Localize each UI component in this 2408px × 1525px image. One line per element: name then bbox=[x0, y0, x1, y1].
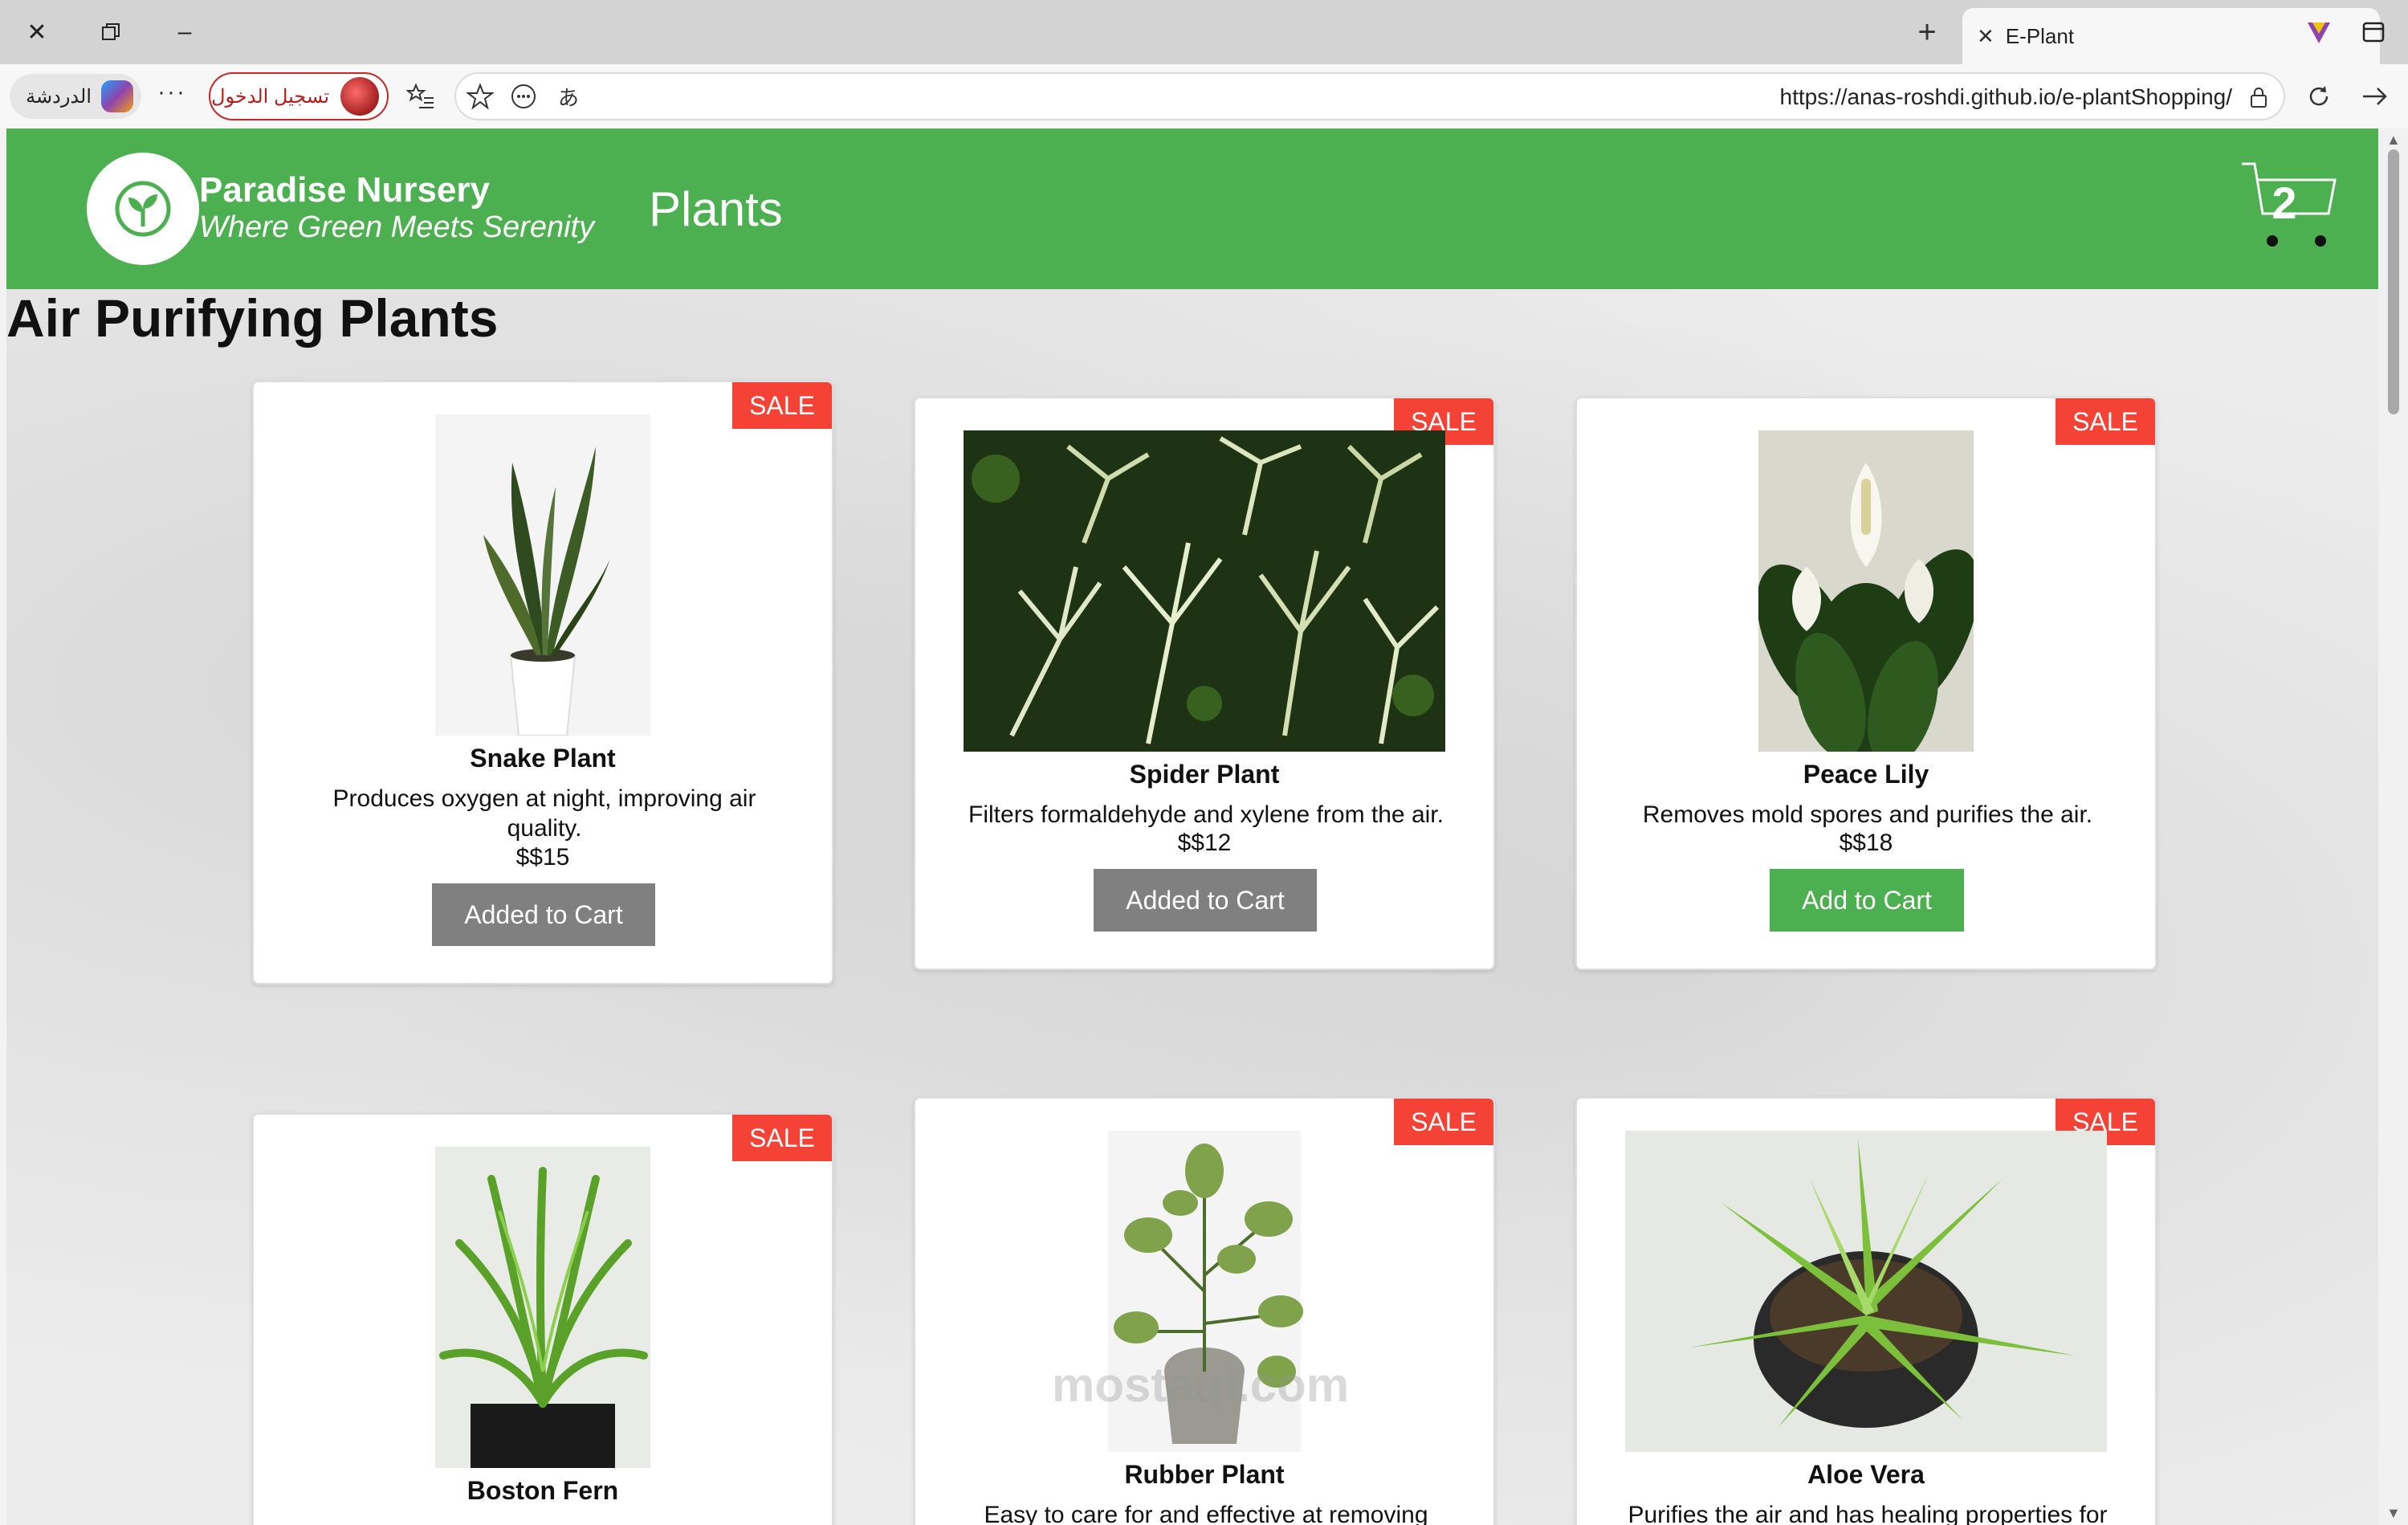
plant-description: Easy to care for and effective at removi… bbox=[984, 1502, 1428, 1525]
plant-image bbox=[1577, 430, 2155, 752]
plant-name: Spider Plant bbox=[1129, 760, 1280, 789]
added-to-cart-button[interactable]: Added to Cart bbox=[1094, 869, 1317, 932]
plant-card: SALE Peace Lily Removes mold spores and … bbox=[1575, 397, 2157, 970]
plant-name: Rubber Plant bbox=[1124, 1460, 1285, 1489]
minimize-window-icon[interactable]: – bbox=[161, 11, 209, 53]
plant-image bbox=[254, 414, 832, 736]
tab-close-icon[interactable]: ✕ bbox=[1977, 24, 1994, 49]
browser-tab-strip: ✕ – + ✕ E-Plant bbox=[0, 0, 2408, 64]
site-navbar: Paradise Nursery Where Green Meets Seren… bbox=[6, 128, 2378, 289]
plant-price: $$18 bbox=[1839, 830, 1893, 856]
copilot-chat-button[interactable]: الدردشة bbox=[10, 74, 141, 119]
added-to-cart-button[interactable]: Added to Cart bbox=[432, 883, 655, 946]
plants-nav-link[interactable]: Plants bbox=[649, 181, 783, 237]
nursery-logo-icon[interactable] bbox=[87, 153, 199, 265]
more-options-icon[interactable]: ··· bbox=[157, 79, 186, 106]
scroll-up-icon[interactable]: ▲ bbox=[2386, 132, 2401, 149]
address-bar[interactable]: あ https://anas-roshdi.github.io/e-plantS… bbox=[454, 72, 2285, 120]
copilot-icon bbox=[101, 80, 133, 112]
section-title: Air Purifying Plants bbox=[6, 288, 499, 348]
translate-icon[interactable]: あ bbox=[551, 79, 586, 114]
tab-actions-icon[interactable] bbox=[2356, 14, 2391, 50]
extension-icon[interactable] bbox=[2301, 14, 2337, 50]
plant-description: Produces oxygen at night, improving air … bbox=[332, 785, 756, 842]
browser-toolbar: الدردشة ··· تسجيل الدخول あ https://anas-… bbox=[0, 64, 2408, 128]
forward-icon[interactable] bbox=[2357, 79, 2393, 114]
plant-card: SALE Aloe Vera Purifies the air and has … bbox=[1575, 1097, 2157, 1525]
scroll-thumb[interactable] bbox=[2388, 149, 2399, 414]
signin-label: تسجيل الدخول bbox=[211, 85, 329, 108]
profile-avatar bbox=[340, 77, 379, 116]
plant-description: Purifies the air and has healing propert… bbox=[1628, 1502, 2108, 1525]
plant-card: SALE Snake Plant Produces oxygen at nigh… bbox=[252, 381, 833, 985]
signin-button[interactable]: تسجيل الدخول bbox=[209, 72, 389, 120]
brand-tagline: Where Green Meets Serenity bbox=[199, 210, 595, 244]
plant-image bbox=[915, 430, 1493, 752]
plant-name: Snake Plant bbox=[470, 744, 616, 773]
plant-name: Aloe Vera bbox=[1807, 1460, 1925, 1489]
cart-button[interactable]: 2 bbox=[2240, 161, 2345, 257]
page-scrollbar[interactable]: ▲ ▼ bbox=[2378, 128, 2408, 1525]
add-to-cart-button[interactable]: Add to Cart bbox=[1770, 869, 1964, 932]
plant-image bbox=[1577, 1131, 2155, 1452]
tab-title: E-Plant bbox=[2005, 23, 2075, 48]
reading-view-icon[interactable] bbox=[506, 79, 541, 114]
plant-image bbox=[254, 1147, 832, 1468]
plant-name: Boston Fern bbox=[467, 1476, 619, 1505]
refresh-icon[interactable] bbox=[2301, 79, 2337, 114]
plant-name: Peace Lily bbox=[1803, 760, 1929, 789]
favorites-list-icon[interactable] bbox=[403, 79, 438, 114]
plant-description: Filters formaldehyde and xylene from the… bbox=[968, 801, 1444, 828]
cart-count: 2 bbox=[2272, 177, 2297, 228]
web-page: Paradise Nursery Where Green Meets Seren… bbox=[6, 128, 2378, 1525]
brand-name[interactable]: Paradise Nursery bbox=[199, 170, 490, 210]
scroll-down-icon[interactable]: ▼ bbox=[2386, 1505, 2401, 1522]
watermark: mostaql.com bbox=[1052, 1358, 1350, 1412]
close-window-icon[interactable]: ✕ bbox=[13, 11, 61, 53]
plant-card: SALE Spider Plant Filters formaldehyde a… bbox=[914, 397, 1495, 970]
plant-description: Removes mold spores and purifies the air… bbox=[1642, 801, 2093, 828]
new-tab-button[interactable]: + bbox=[1903, 11, 1951, 53]
restore-window-icon[interactable] bbox=[87, 11, 135, 53]
site-lock-icon[interactable] bbox=[2247, 85, 2271, 113]
plant-card: SALE Boston Fern bbox=[252, 1113, 833, 1525]
url-text: https://anas-roshdi.github.io/e-plantSho… bbox=[1779, 84, 2233, 109]
chat-label: الدردشة bbox=[26, 85, 92, 108]
plant-price: $$12 bbox=[1177, 830, 1232, 856]
add-favorite-icon[interactable] bbox=[462, 79, 498, 114]
plant-card: SALE Rubber Plant Easy to care for and e… bbox=[914, 1097, 1495, 1525]
plant-price: $$15 bbox=[515, 844, 570, 871]
